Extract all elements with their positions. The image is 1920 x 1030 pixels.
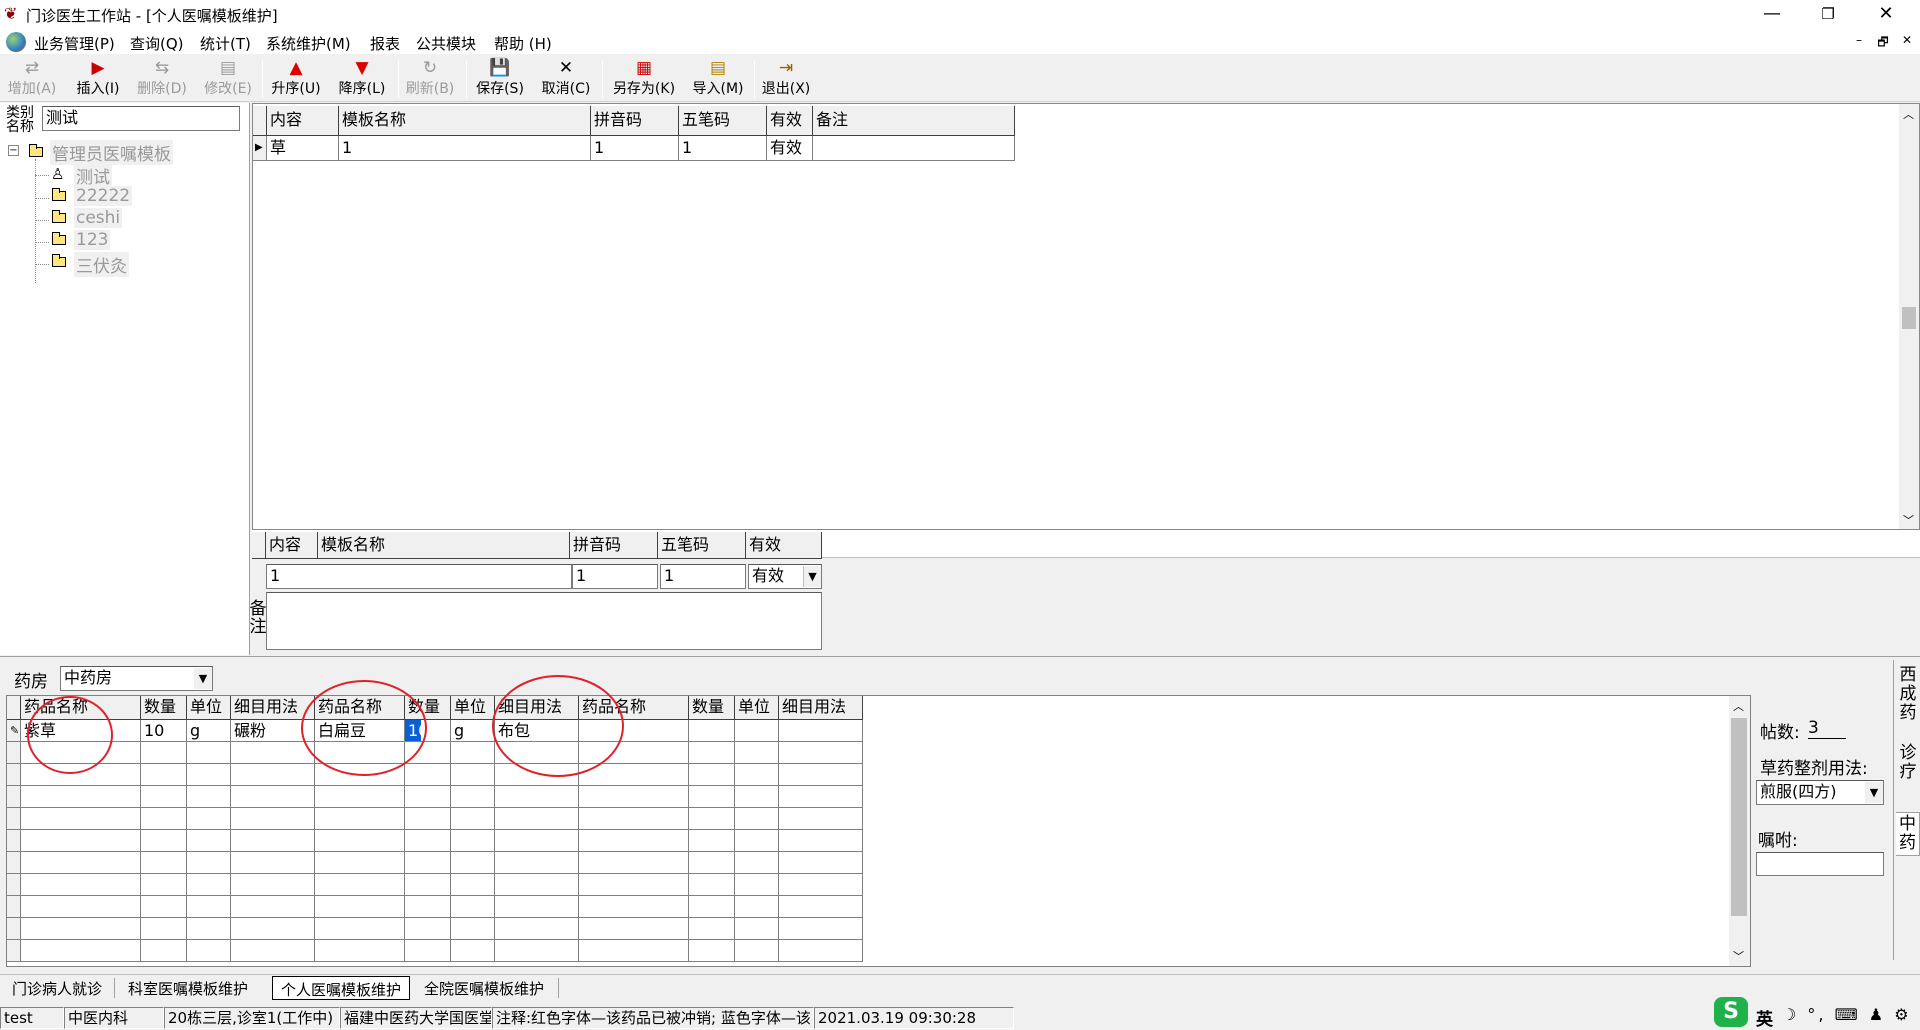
status-user: test [0, 1007, 64, 1029]
ime-lang-toggle[interactable]: 英 [1756, 1005, 1773, 1030]
tab-separator [114, 978, 115, 998]
instructions-label: 嘱咐: [1758, 831, 1798, 851]
tie-count-label: 帖数: [1760, 723, 1800, 743]
tie-count-input[interactable]: 3 [1808, 718, 1846, 739]
herbal-usage-value: 煎服(四方) [1760, 782, 1837, 801]
side-tab-chinese-medicine[interactable]: 中药 [1896, 812, 1920, 856]
herbal-usage-label: 草药整剂用法: [1760, 759, 1868, 779]
annotation-overlay [27, 675, 624, 777]
side-tab-treatment[interactable]: 诊疗 [1896, 744, 1920, 782]
tab-personal-template[interactable]: 个人医嘱模板维护 [272, 976, 411, 1000]
instructions-input[interactable] [1756, 852, 1884, 876]
chevron-down-icon[interactable]: ▼ [1865, 782, 1883, 803]
tab-separator [558, 978, 559, 998]
tab-outpatient[interactable]: 门诊病人就诊 [4, 976, 110, 1000]
status-hospital: 福建中医药大学国医堂 [340, 1007, 492, 1029]
herbal-usage-select[interactable]: 煎服(四方) ▼ [1756, 780, 1884, 805]
status-location: 20栋三层,诊室1(工作中) [164, 1007, 340, 1029]
status-datetime: 2021.03.19 09:30:28 [814, 1007, 1014, 1029]
status-bar: test 中医内科 20栋三层,诊室1(工作中) 福建中医药大学国医堂 注释:红… [0, 997, 1920, 1030]
tab-divider [0, 974, 1920, 975]
tab-hospital-template[interactable]: 全院医嘱模板维护 [416, 976, 552, 1000]
ime-logo-icon[interactable]: S [1714, 997, 1748, 1027]
side-tab-western[interactable]: 西成药 [1896, 666, 1920, 723]
status-dept: 中医内科 [64, 1007, 164, 1029]
annotation-circle [27, 696, 113, 774]
tab-dept-template[interactable]: 科室医嘱模板维护 [120, 976, 256, 1000]
status-note: 注释:红色字体—该药品已被冲销; 蓝色字体—该 [492, 1007, 814, 1029]
ime-tool-icons[interactable]: ☽ °, ⌨ ♟ ⚙ [1782, 1005, 1912, 1024]
annotation-circle [492, 675, 624, 777]
annotation-circle [301, 680, 427, 776]
